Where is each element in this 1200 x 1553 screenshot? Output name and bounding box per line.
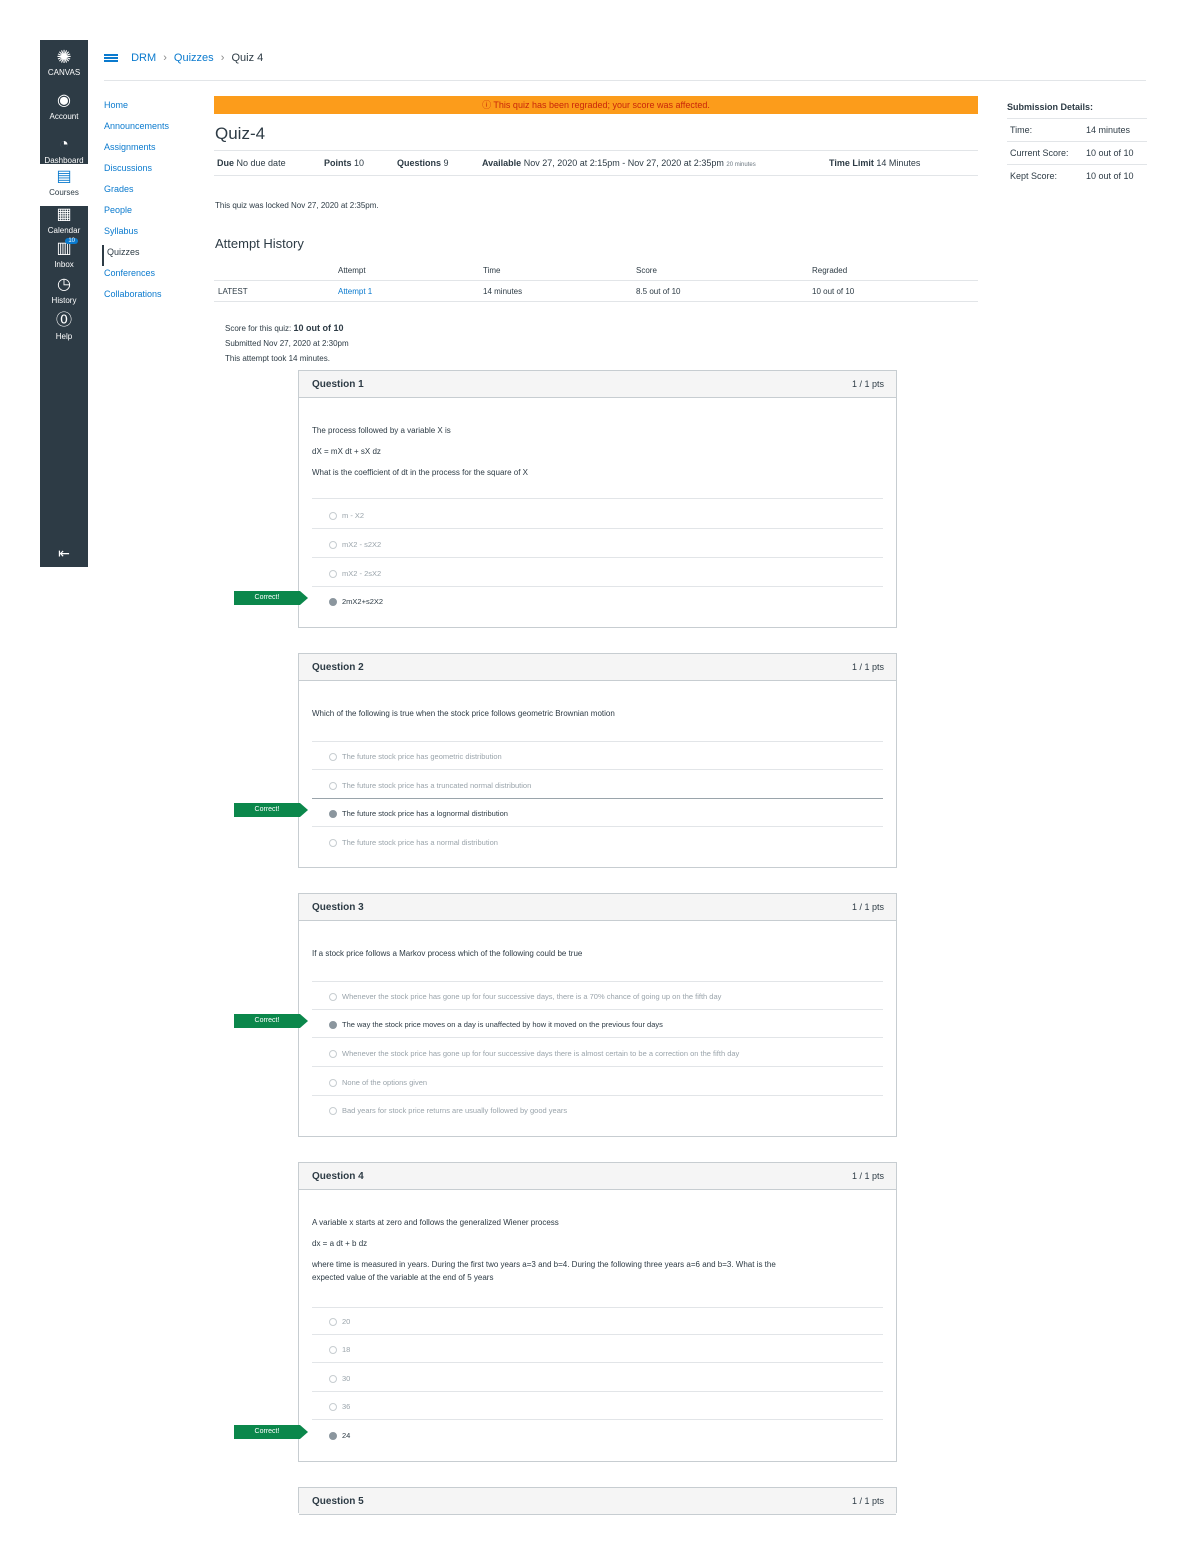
- nav-dashboard[interactable]: ◔ Dashboard: [40, 136, 88, 165]
- answer-option[interactable]: Whenever the stock price has gone up for…: [329, 1049, 739, 1059]
- answer-option[interactable]: The future stock price has a truncated n…: [329, 781, 531, 791]
- help-icon: ⓪: [55, 312, 72, 329]
- submission-row-kept-score: Kept Score: 10 out of 10: [1007, 164, 1147, 187]
- answer-option-selected[interactable]: 2mX2+s2X2: [329, 597, 383, 607]
- collapse-nav-arrow-icon[interactable]: ⇤: [40, 545, 88, 562]
- due-field: Due No due date: [217, 158, 286, 168]
- regrade-banner: ⓘ This quiz has been regraded; your scor…: [214, 96, 978, 114]
- attempt-history-heading: Attempt History: [215, 236, 304, 251]
- page-title: Quiz-4: [215, 124, 266, 143]
- correct-flag: Correct!: [234, 1014, 308, 1028]
- nav-history[interactable]: ◷ History: [40, 276, 88, 305]
- question-4: Question 4 1 / 1 pts A variable x starts…: [298, 1162, 897, 1462]
- time-limit-field: Time Limit 14 Minutes: [829, 158, 921, 168]
- submission-row-current-score: Current Score: 10 out of 10: [1007, 141, 1147, 164]
- nav-inbox[interactable]: ▥ 10 Inbox: [40, 238, 88, 269]
- course-nav-syllabus[interactable]: Syllabus: [104, 224, 194, 245]
- course-nav-discussions[interactable]: Discussions: [104, 161, 194, 182]
- attempt-link[interactable]: Attempt 1: [338, 287, 372, 296]
- account-icon: ◉: [57, 92, 71, 109]
- submission-row-time: Time: 14 minutes: [1007, 118, 1147, 141]
- points-field: Points 10: [324, 158, 365, 168]
- breadcrumb: DRM › Quizzes › Quiz 4: [104, 52, 263, 64]
- quiz-score: 10 out of 10: [293, 323, 344, 333]
- score-summary: Score for this quiz: 10 out of 10 Submit…: [225, 321, 349, 366]
- quiz-details-bar: Due No due date Points 10 Questions 9 Av…: [214, 150, 978, 176]
- question-1: Question 1 1 / 1 pts The process followe…: [298, 370, 897, 628]
- course-nav-home[interactable]: Home: [104, 98, 194, 119]
- question-3: Question 3 1 / 1 pts If a stock price fo…: [298, 893, 897, 1137]
- questions-field: Questions 9: [397, 158, 449, 168]
- course-nav-people[interactable]: People: [104, 203, 194, 224]
- history-icon: ◷: [57, 276, 71, 293]
- header-divider: [104, 80, 1146, 81]
- question-header: Question 1 1 / 1 pts: [299, 370, 896, 398]
- table-row: LATEST Attempt 1 14 minutes 8.5 out of 1…: [214, 281, 978, 302]
- canvas-logo[interactable]: ✺ CANVAS: [40, 48, 88, 77]
- breadcrumb-course[interactable]: DRM: [131, 52, 156, 64]
- answer-option-selected[interactable]: The future stock price has a lognormal d…: [329, 809, 508, 819]
- question-header: Question 4 1 / 1 pts: [299, 1162, 896, 1190]
- course-nav-conferences[interactable]: Conferences: [104, 266, 194, 287]
- question-header: Question 3 1 / 1 pts: [299, 893, 896, 921]
- dashboard-icon: ◔: [59, 136, 69, 153]
- answer-option[interactable]: mX2 - 2sX2: [329, 569, 381, 579]
- correct-flag: Correct!: [234, 591, 308, 605]
- answer-option[interactable]: 20: [329, 1317, 350, 1327]
- nav-calendar[interactable]: ▦ Calendar: [40, 206, 88, 235]
- question-2: Question 2 1 / 1 pts Which of the follow…: [298, 653, 897, 868]
- submitted-time: Submitted Nov 27, 2020 at 2:30pm: [225, 339, 349, 348]
- question-header: Question 5 1 / 1 pts: [299, 1487, 896, 1515]
- answer-option[interactable]: Whenever the stock price has gone up for…: [329, 992, 721, 1002]
- attempt-duration: This attempt took 14 minutes.: [225, 354, 330, 363]
- question-header: Question 2 1 / 1 pts: [299, 653, 896, 681]
- answer-option-selected[interactable]: The way the stock price moves on a day i…: [329, 1020, 663, 1030]
- table-header: Attempt Time Score Regraded: [214, 262, 978, 281]
- answer-option[interactable]: None of the options given: [329, 1078, 427, 1088]
- courses-icon: ▤: [56, 168, 72, 185]
- submission-details-title: Submission Details:: [1007, 102, 1094, 112]
- course-nav-grades[interactable]: Grades: [104, 182, 194, 203]
- answer-option[interactable]: 18: [329, 1345, 350, 1355]
- breadcrumb-separator: ›: [220, 52, 225, 64]
- course-navigation: Home Announcements Assignments Discussio…: [102, 98, 194, 308]
- nav-account[interactable]: ◉ Account: [40, 92, 88, 121]
- submission-details: Submission Details: Time: 14 minutes Cur…: [1007, 102, 1147, 187]
- answer-option[interactable]: m - X2: [329, 511, 364, 521]
- attempt-regraded: 10 out of 10: [812, 287, 855, 296]
- inbox-badge: 10: [65, 238, 78, 244]
- course-nav-assignments[interactable]: Assignments: [104, 140, 194, 161]
- answer-option[interactable]: mX2 - s2X2: [329, 540, 381, 550]
- breadcrumb-current: Quiz 4: [231, 52, 264, 64]
- correct-flag: Correct!: [234, 803, 308, 817]
- breadcrumb-separator: ›: [163, 52, 167, 64]
- answer-option[interactable]: Bad years for stock price returns are us…: [329, 1106, 567, 1116]
- answer-option[interactable]: The future stock price has a normal dist…: [329, 838, 498, 848]
- nav-courses[interactable]: ▤ Courses: [40, 164, 88, 206]
- attempt-time: 14 minutes: [483, 287, 523, 296]
- nav-help[interactable]: ⓪ Help: [40, 312, 88, 341]
- inbox-icon: ▥: [56, 240, 72, 257]
- answer-option-selected[interactable]: 24: [329, 1431, 350, 1441]
- attempt-score: 8.5 out of 10: [636, 287, 681, 296]
- attempt-history-table: Attempt Time Score Regraded LATEST Attem…: [214, 262, 978, 302]
- correct-flag: Correct!: [234, 1425, 308, 1439]
- canvas-logo-icon: ✺: [56, 47, 72, 67]
- breadcrumb-section[interactable]: Quizzes: [174, 52, 214, 64]
- course-nav-announcements[interactable]: Announcements: [104, 119, 194, 140]
- question-5: Question 5 1 / 1 pts: [298, 1487, 897, 1515]
- locked-note: This quiz was locked Nov 27, 2020 at 2:3…: [215, 201, 379, 210]
- answer-option[interactable]: 36: [329, 1402, 350, 1412]
- calendar-icon: ▦: [56, 206, 72, 223]
- answer-option[interactable]: 30: [329, 1374, 350, 1384]
- global-navigation: ✺ CANVAS ◉ Account ◔ Dashboard ▤ Courses…: [40, 40, 88, 567]
- answer-option[interactable]: The future stock price has geometric dis…: [329, 752, 502, 762]
- available-field: Available Nov 27, 2020 at 2:15pm - Nov 2…: [482, 158, 756, 168]
- menu-hamburger-icon[interactable]: [104, 57, 118, 60]
- latest-tag: LATEST: [218, 287, 248, 296]
- course-nav-quizzes[interactable]: Quizzes: [102, 245, 194, 266]
- course-nav-collaborations[interactable]: Collaborations: [104, 287, 194, 308]
